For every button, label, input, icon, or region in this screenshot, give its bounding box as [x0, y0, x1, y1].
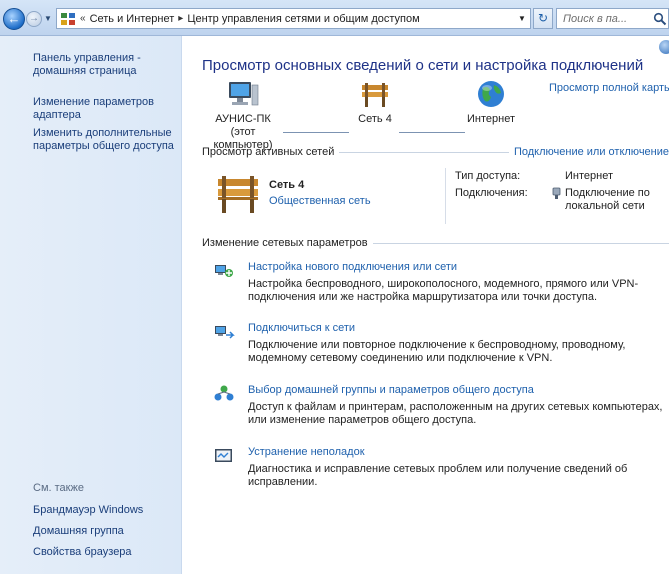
- page-title: Просмотр основных сведений о сети и наст…: [202, 57, 644, 74]
- history-dropdown-icon[interactable]: ▼: [43, 13, 53, 25]
- computer-name: АУНИС-ПК: [215, 113, 271, 125]
- task-homegroup: Выбор домашней группы и параметров общег…: [213, 384, 669, 428]
- sidebar-link-control-panel-home[interactable]: Панель управления - домашняя страница: [33, 52, 141, 78]
- map-connector-1: [283, 132, 349, 133]
- forward-arrow-icon[interactable]: →: [26, 11, 42, 27]
- main-content: Просмотр основных сведений о сети и наст…: [183, 36, 669, 574]
- change-settings-title: Изменение сетевых параметров: [202, 237, 368, 249]
- full-map-link[interactable]: Просмотр полной карты: [549, 82, 669, 94]
- help-icon[interactable]: [659, 40, 669, 54]
- map-node-computer[interactable]: АУНИС-ПК (этот компьютер): [203, 79, 283, 152]
- map-node-network[interactable]: Сеть 4: [345, 79, 405, 126]
- network-map-label: Сеть 4: [358, 113, 392, 125]
- ethernet-icon: [552, 187, 561, 199]
- sidebar-link-advanced-sharing[interactable]: Изменить дополнительные параметры общего…: [33, 127, 174, 153]
- sidebar: Панель управления - домашняя страница Из…: [0, 36, 182, 574]
- task-connect-network-link[interactable]: Подключиться к сети: [248, 322, 355, 334]
- network-setup-icon: [215, 265, 233, 277]
- active-network-item: Сеть 4 Общественная сеть: [215, 173, 445, 219]
- bench-large-icon: [218, 176, 258, 213]
- task-connect-network-desc: Подключение или повторное подключение к …: [248, 339, 626, 364]
- network-connect-icon: [215, 326, 235, 339]
- breadcrumb-network-internet[interactable]: Сеть и Интернет: [90, 13, 175, 25]
- map-connector-2: [399, 132, 465, 133]
- search-box[interactable]: [556, 8, 669, 29]
- section-rule: [372, 242, 669, 244]
- network-type-link[interactable]: Общественная сеть: [269, 195, 371, 207]
- task-new-connection: Настройка нового подключения или сети На…: [213, 261, 669, 305]
- internet-map-label: Интернет: [467, 113, 515, 125]
- sidebar-link-firewall[interactable]: Брандмауэр Windows: [33, 504, 143, 517]
- task-troubleshoot: Устранение неполадок Диагностика и испра…: [213, 446, 669, 490]
- access-type-label: Тип доступа:: [455, 170, 521, 182]
- homegroup-icon: [214, 385, 234, 401]
- section-rule: [339, 151, 509, 153]
- connect-disconnect-link[interactable]: Подключение или отключение: [514, 146, 669, 158]
- active-network-name: Сеть 4: [269, 179, 305, 191]
- control-panel-icon: [61, 12, 75, 25]
- connections-label: Подключения:: [455, 187, 528, 199]
- computer-icon: [229, 82, 259, 106]
- vertical-divider: [445, 168, 446, 224]
- task-new-connection-desc: Настройка беспроводного, широкополосного…: [248, 278, 639, 303]
- see-also-header: См. также: [33, 482, 84, 494]
- refresh-button[interactable]: ↻: [533, 8, 553, 29]
- bench-icon: [362, 83, 388, 107]
- globe-icon: [478, 81, 504, 107]
- active-networks-header: Просмотр активных сетей Подключение или …: [202, 146, 669, 158]
- breadcrumb-separator[interactable]: ▸: [178, 13, 183, 24]
- refresh-icon: ↻: [537, 11, 549, 25]
- address-bar: ← → ▼ « Сеть и Интернет ▸ Центр управлен…: [0, 0, 669, 36]
- address-dropdown-icon[interactable]: ▼: [514, 8, 530, 29]
- task-connect-network: Подключиться к сети Подключение или повт…: [213, 322, 669, 366]
- sidebar-link-adapter-settings[interactable]: Изменение параметров адаптера: [33, 96, 154, 122]
- back-arrow-icon[interactable]: ←: [3, 8, 25, 30]
- overflow-crumb[interactable]: «: [80, 13, 86, 24]
- search-icon[interactable]: [653, 12, 667, 26]
- task-troubleshoot-desc: Диагностика и исправление сетевых пробле…: [248, 463, 628, 488]
- change-settings-header: Изменение сетевых параметров: [202, 237, 669, 249]
- access-type-value: Интернет: [565, 170, 613, 182]
- sidebar-link-browser-properties[interactable]: Свойства браузера: [33, 546, 132, 559]
- sidebar-link-homegroup[interactable]: Домашняя группа: [33, 525, 124, 538]
- search-input[interactable]: [557, 10, 653, 27]
- map-node-internet[interactable]: Интернет: [459, 79, 523, 126]
- task-homegroup-link[interactable]: Выбор домашней группы и параметров общег…: [248, 384, 534, 396]
- troubleshoot-icon: [215, 449, 232, 462]
- lan-connection-link[interactable]: Подключение по локальной сети: [565, 187, 650, 213]
- active-networks-title: Просмотр активных сетей: [202, 146, 335, 158]
- breadcrumb-network-center[interactable]: Центр управления сетями и общим доступом: [187, 13, 419, 25]
- task-homegroup-desc: Доступ к файлам и принтерам, расположенн…: [248, 401, 663, 426]
- task-new-connection-link[interactable]: Настройка нового подключения или сети: [248, 261, 457, 273]
- task-troubleshoot-link[interactable]: Устранение неполадок: [248, 446, 365, 458]
- address-box[interactable]: « Сеть и Интернет ▸ Центр управления сет…: [56, 8, 531, 29]
